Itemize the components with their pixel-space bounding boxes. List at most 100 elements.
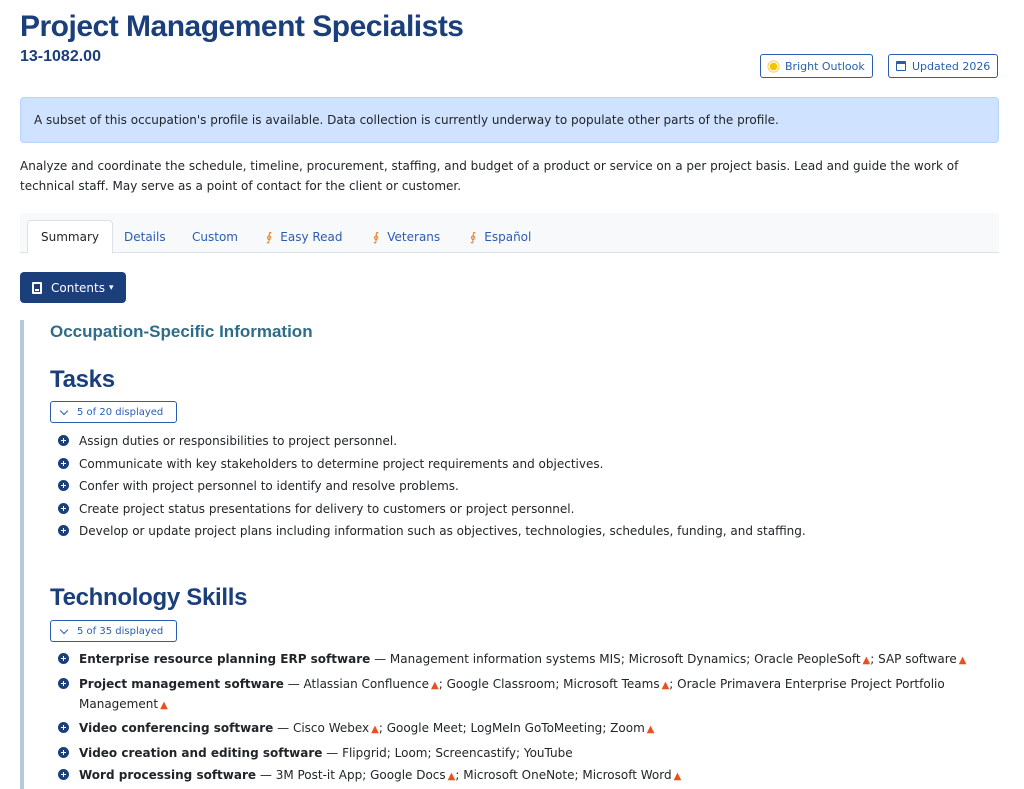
technology-toggle-button[interactable]: 5 of 35 displayed (50, 620, 177, 642)
technology-skills-heading: Technology Skills (50, 584, 248, 611)
toggle-label: 5 of 20 displayed (77, 406, 164, 418)
hot-technology-icon[interactable]: ▲ (448, 771, 456, 782)
technology-example: Loom (394, 745, 428, 760)
category-separator: — (370, 652, 390, 666)
plus-circle-icon[interactable] (58, 653, 69, 664)
hot-technology-icon[interactable]: ▲ (160, 700, 168, 711)
tab-custom[interactable]: Custom (179, 220, 251, 254)
plus-circle-icon[interactable] (58, 746, 69, 758)
plus-circle-icon[interactable] (58, 677, 69, 689)
bright-outlook-badge[interactable]: Bright Outlook (760, 54, 873, 78)
hot-technology-icon[interactable]: ▲ (662, 680, 670, 691)
occupation-code: 13-1082.00 (20, 48, 101, 65)
page-title: Project Management Specialists (20, 10, 464, 43)
plus-circle-icon[interactable] (58, 769, 69, 780)
task-item[interactable]: Develop or update project plans includin… (58, 522, 988, 540)
technology-example: Flipgrid (342, 745, 387, 760)
handshake-icon: ∮ (470, 230, 477, 244)
technology-example: LogMeIn GoToMeeting (470, 721, 603, 735)
technology-skills-list: Enterprise resource planning ERP softwar… (58, 650, 988, 789)
tab-espanol[interactable]: ∮ Español (457, 220, 544, 254)
tab-label: Easy Read (280, 230, 343, 244)
bright-outlook-label: Bright Outlook (785, 59, 865, 73)
technology-category: Word processing software (79, 768, 257, 782)
category-separator: — (273, 721, 293, 735)
alert-text: A subset of this occupation's profile is… (34, 113, 779, 127)
tab-details[interactable]: Details (111, 220, 179, 254)
tab-label: Summary (41, 230, 99, 244)
profile-tabs: Summary Details Custom ∮ Easy Read ∮ Vet… (20, 213, 999, 254)
task-text: Develop or update project plans includin… (79, 524, 806, 538)
plus-circle-icon[interactable] (58, 525, 69, 536)
hot-technology-icon[interactable]: ▲ (371, 724, 379, 735)
hot-technology-icon[interactable]: ▲ (431, 680, 439, 691)
task-item[interactable]: Create project status presentations for … (58, 500, 988, 518)
technology-example: Cisco Webex (292, 721, 370, 735)
plus-circle-icon[interactable] (58, 435, 69, 446)
caret-down-icon: ▾ (108, 282, 114, 293)
technology-example: SAP software (878, 652, 957, 666)
technology-item[interactable]: Video creation and editing software — Fl… (58, 744, 988, 762)
sun-icon (769, 62, 778, 70)
hot-technology-icon[interactable]: ▲ (863, 655, 871, 666)
plus-circle-icon[interactable] (58, 480, 69, 491)
calendar-icon (896, 61, 906, 71)
occupation-description: Analyze and coordinate the schedule, tim… (20, 159, 959, 193)
handshake-icon: ∮ (266, 230, 273, 244)
tasks-list: Assign duties or responsibilities to pro… (58, 432, 988, 545)
contents-label: Contents (51, 280, 105, 295)
technology-category: Project management software (79, 676, 284, 691)
task-text: Assign duties or responsibilities to pro… (79, 434, 398, 448)
technology-category: Video creation and editing software (79, 745, 323, 760)
task-text: Communicate with key stakeholders to det… (79, 456, 604, 471)
technology-example: Microsoft Dynamics (628, 652, 747, 666)
technology-example: Microsoft OneNote (463, 768, 575, 782)
technology-category: Enterprise resource planning ERP softwar… (79, 652, 371, 666)
technology-example: Microsoft Word (582, 768, 672, 782)
technology-item[interactable]: Project management software — Atlassian … (58, 675, 988, 715)
hot-technology-icon[interactable]: ▲ (959, 655, 967, 666)
technology-example: Zoom (610, 721, 645, 735)
technology-category: Video conferencing software (79, 721, 274, 735)
technology-item[interactable]: Video conferencing software — Cisco Webe… (58, 719, 988, 739)
category-separator: — (283, 676, 304, 691)
tasks-toggle-button[interactable]: 5 of 20 displayed (50, 401, 177, 423)
technology-item[interactable]: Word processing software — 3M Post-it Ap… (58, 766, 988, 786)
tab-summary[interactable]: Summary (27, 220, 113, 254)
handshake-icon: ∮ (373, 230, 380, 244)
plus-circle-icon[interactable] (58, 722, 69, 733)
task-text: Create project status presentations for … (79, 501, 575, 516)
technology-example: YouTube (523, 745, 573, 760)
tab-label: Custom (192, 230, 238, 244)
tasks-heading: Tasks (50, 366, 115, 393)
updated-label: Updated 2026 (912, 59, 991, 73)
toggle-label: 5 of 35 displayed (77, 625, 164, 637)
updated-badge[interactable]: Updated 2026 (888, 54, 999, 78)
category-separator: — (322, 745, 343, 760)
tab-label: Español (484, 230, 532, 244)
chevron-down-icon (59, 625, 69, 634)
book-icon (32, 281, 42, 294)
plus-circle-icon[interactable] (58, 502, 69, 514)
chevron-down-icon (59, 406, 69, 415)
tab-veterans[interactable]: ∮ Veterans (360, 220, 453, 254)
technology-example: Microsoft Teams (563, 676, 660, 691)
task-item[interactable]: Communicate with key stakeholders to det… (58, 455, 988, 473)
task-item[interactable]: Assign duties or responsibilities to pro… (58, 432, 988, 450)
contents-dropdown-button[interactable]: Contents ▾ (20, 272, 126, 303)
hot-technology-icon[interactable]: ▲ (647, 724, 655, 735)
technology-example: Google Classroom (446, 676, 556, 691)
tab-label: Veterans (387, 230, 441, 244)
hot-technology-icon[interactable]: ▲ (674, 771, 682, 782)
technology-example: Management information systems MIS (389, 652, 621, 666)
task-text: Confer with project personnel to identif… (79, 479, 459, 493)
technology-example: Google Meet (386, 721, 463, 735)
tab-label: Details (124, 230, 166, 244)
section-heading: Occupation-Specific Information (50, 322, 313, 341)
info-alert: A subset of this occupation's profile is… (20, 97, 999, 143)
category-separator: — (256, 768, 276, 782)
plus-circle-icon[interactable] (58, 457, 69, 469)
tab-easy-read[interactable]: ∮ Easy Read (253, 220, 356, 254)
technology-item[interactable]: Enterprise resource planning ERP softwar… (58, 650, 988, 670)
task-item[interactable]: Confer with project personnel to identif… (58, 477, 988, 495)
